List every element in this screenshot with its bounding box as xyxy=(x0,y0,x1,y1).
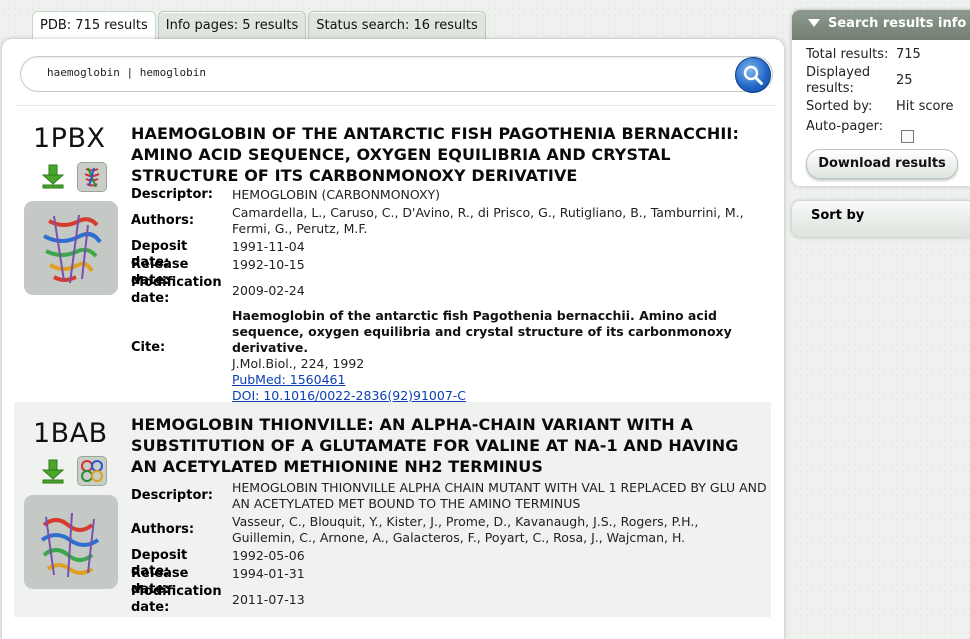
descriptor-value: HEMOGLOBIN (CARBONMONOXY) xyxy=(232,187,441,202)
protein-structure-icon xyxy=(84,167,100,188)
result-entry: 1PBX HAEMOGLOBIN OF THE ANTARCTIC FISH P… xyxy=(14,112,771,403)
sorted-by-value: Hit score xyxy=(896,99,954,114)
entry-title[interactable]: HAEMOGLOBIN OF THE ANTARCTIC FISH PAGOTH… xyxy=(131,123,761,186)
divider xyxy=(16,105,776,106)
modification-date-label: Modification date: xyxy=(131,275,222,306)
magnifier-icon xyxy=(743,65,763,85)
pdb-id[interactable]: 1PBX xyxy=(33,123,105,154)
auto-pager-checkbox[interactable] xyxy=(901,130,914,143)
release-date-value: 1994-01-31 xyxy=(232,566,305,581)
cite-label: Cite: xyxy=(131,340,166,355)
total-results-value: 715 xyxy=(896,47,921,62)
authors-value: Vasseur, C., Blouquit, Y., Kister, J., P… xyxy=(232,514,699,545)
result-entry: 1BAB HEMOGLOBIN THIONVILLE: AN ALPHA-CHA… xyxy=(14,402,771,617)
search-results-info-title: Search results info xyxy=(828,16,967,31)
authors-value: Camardella, L., Caruso, C., D'Avino, R.,… xyxy=(232,205,744,236)
structure-thumbnail-small[interactable] xyxy=(77,456,107,486)
search-box xyxy=(20,56,773,92)
sort-by-panel[interactable]: Sort by xyxy=(792,201,970,237)
deposit-date-value: 1992-05-06 xyxy=(232,548,305,563)
release-date-value: 1992-10-15 xyxy=(232,257,305,272)
citation-title: Haemoglobin of the antarctic fish Pagoth… xyxy=(232,308,732,355)
entry-title[interactable]: HEMOGLOBIN THIONVILLE: AN ALPHA-CHAIN VA… xyxy=(131,414,761,477)
total-results-label: Total results: xyxy=(806,47,889,62)
descriptor-label: Descriptor: xyxy=(131,187,213,202)
download-arrow-icon[interactable] xyxy=(40,458,66,484)
pdb-id[interactable]: 1BAB xyxy=(33,418,108,449)
displayed-results-value: 25 xyxy=(896,73,913,88)
protein-structure-icon xyxy=(81,460,103,482)
triangle-down-icon xyxy=(808,19,820,27)
download-results-button[interactable]: Download results xyxy=(806,149,958,179)
pubmed-link[interactable]: PubMed: 1560461 xyxy=(232,372,757,388)
sort-by-title: Sort by xyxy=(811,208,865,223)
structure-thumbnail-small[interactable] xyxy=(77,162,107,192)
protein-ribbon-image xyxy=(40,512,100,578)
citation: Haemoglobin of the antarctic fish Pagoth… xyxy=(232,308,757,404)
search-results-info-header[interactable]: Search results info xyxy=(792,10,970,40)
result-tabs: PDB: 715 results Info pages: 5 results S… xyxy=(32,11,486,40)
modification-date-label: Modification date: xyxy=(131,584,222,615)
authors-label: Authors: xyxy=(131,522,195,537)
deposit-date-value: 1991-11-04 xyxy=(232,239,305,254)
tab-status-search[interactable]: Status search: 16 results xyxy=(308,11,486,40)
structure-image[interactable] xyxy=(24,495,118,589)
search-input[interactable] xyxy=(45,65,729,80)
structure-image[interactable] xyxy=(24,201,118,295)
modification-date-value: 2011-07-13 xyxy=(232,592,305,607)
protein-ribbon-image xyxy=(43,214,102,284)
modification-date-value: 2009-02-24 xyxy=(232,283,305,298)
auto-pager-label: Auto-pager: xyxy=(806,119,884,134)
authors-label: Authors: xyxy=(131,213,195,228)
descriptor-value: HEMOGLOBIN THIONVILLE ALPHA CHAIN MUTANT… xyxy=(232,480,767,511)
tab-info-pages[interactable]: Info pages: 5 results xyxy=(157,11,307,40)
descriptor-label: Descriptor: xyxy=(131,488,213,503)
tab-pdb[interactable]: PDB: 715 results xyxy=(32,11,156,40)
citation-journal: J.Mol.Biol., 224, 1992 xyxy=(232,356,365,371)
search-results-info-panel: Search results info Total results: 715 D… xyxy=(792,10,970,186)
download-arrow-icon[interactable] xyxy=(40,163,66,189)
displayed-results-label: Displayed results: xyxy=(806,65,871,96)
search-button[interactable] xyxy=(735,57,771,93)
sorted-by-label: Sorted by: xyxy=(806,99,873,114)
